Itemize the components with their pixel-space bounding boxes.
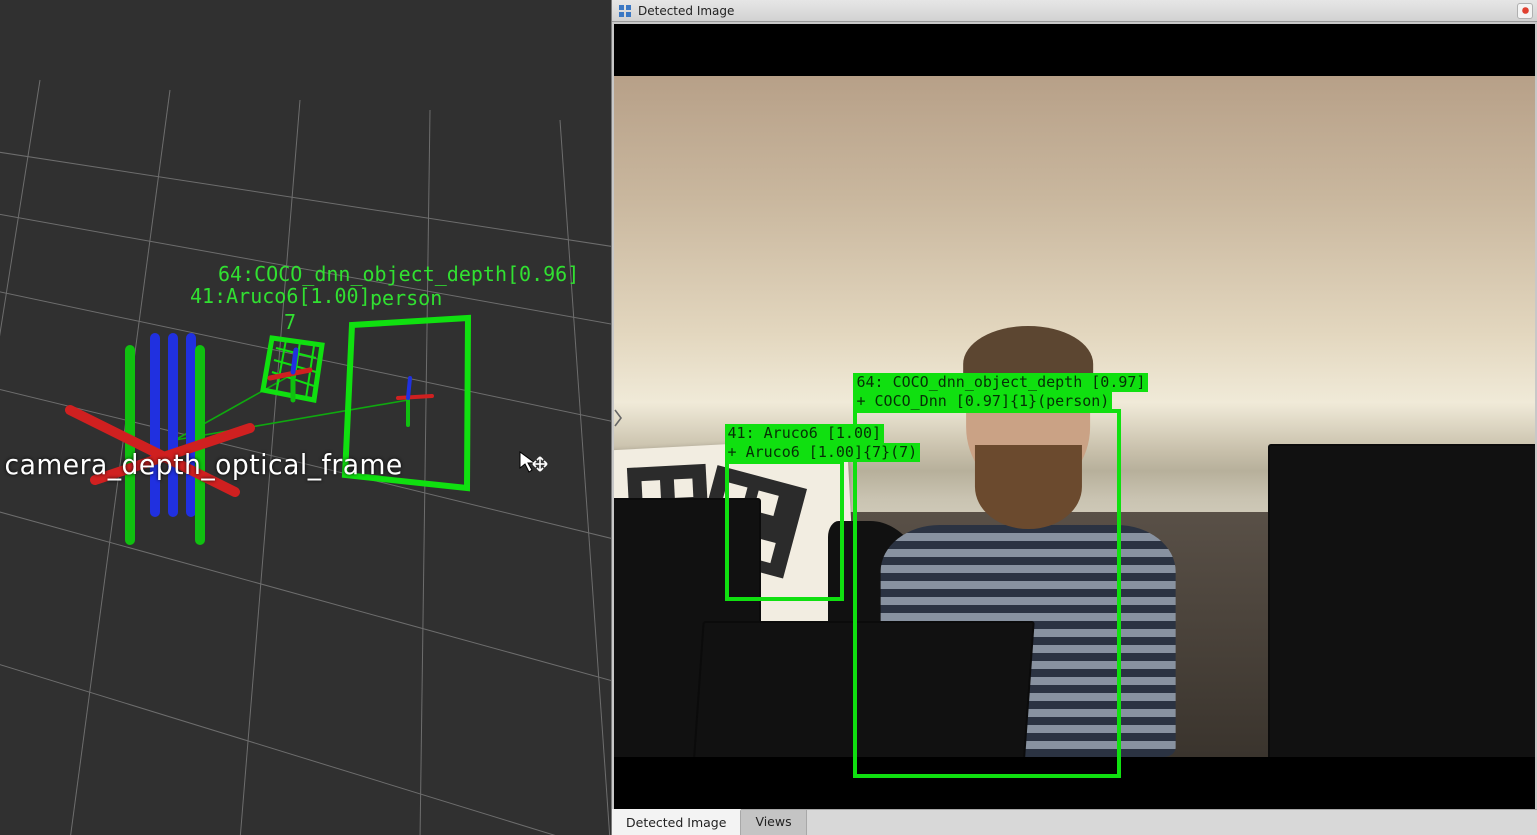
detection-label-person: 64: COCO_dnn_object_depth [0.97] + COCO_… — [853, 373, 1148, 411]
tab-views[interactable]: Views — [741, 810, 806, 835]
rviz-frame-label: camera_depth_optical_frame — [4, 448, 402, 481]
detection-label-aruco: 41: Aruco6 [1.00] + Aruco6 [1.00]{7}(7) — [725, 424, 921, 462]
rviz-grid — [0, 0, 612, 835]
panel-tabbar: Detected Image Views — [612, 809, 1537, 835]
panel-titlebar[interactable]: Detected Image — [612, 0, 1537, 22]
detected-image-viewport[interactable]: 64: COCO_dnn_object_depth [0.97] + COCO_… — [614, 24, 1535, 809]
image-panel: Detected Image — [612, 0, 1537, 835]
rviz-origin-axes — [70, 338, 250, 540]
rviz-3d-view[interactable]: 64:COCO_dnn_object_depth[0.96] 41:Aruco6… — [0, 0, 612, 835]
close-icon — [1521, 6, 1530, 15]
tab-detected-image[interactable]: Detected Image — [612, 809, 741, 835]
panel-title: Detected Image — [638, 4, 734, 18]
rviz-label-aruco: 41:Aruco6[1.00] — [190, 284, 371, 308]
detection-box-person — [853, 409, 1120, 778]
panel-close-button[interactable] — [1517, 3, 1533, 19]
rviz-label-seven: 7 — [284, 310, 296, 334]
letterbox — [614, 24, 1535, 76]
panel-expand-handle[interactable] — [612, 398, 624, 438]
rviz-label-coco: 64:COCO_dnn_object_depth[0.96] — [218, 262, 579, 286]
windows-icon — [618, 4, 632, 18]
rviz-label-person: person — [370, 286, 442, 310]
detection-box-aruco — [725, 460, 845, 601]
